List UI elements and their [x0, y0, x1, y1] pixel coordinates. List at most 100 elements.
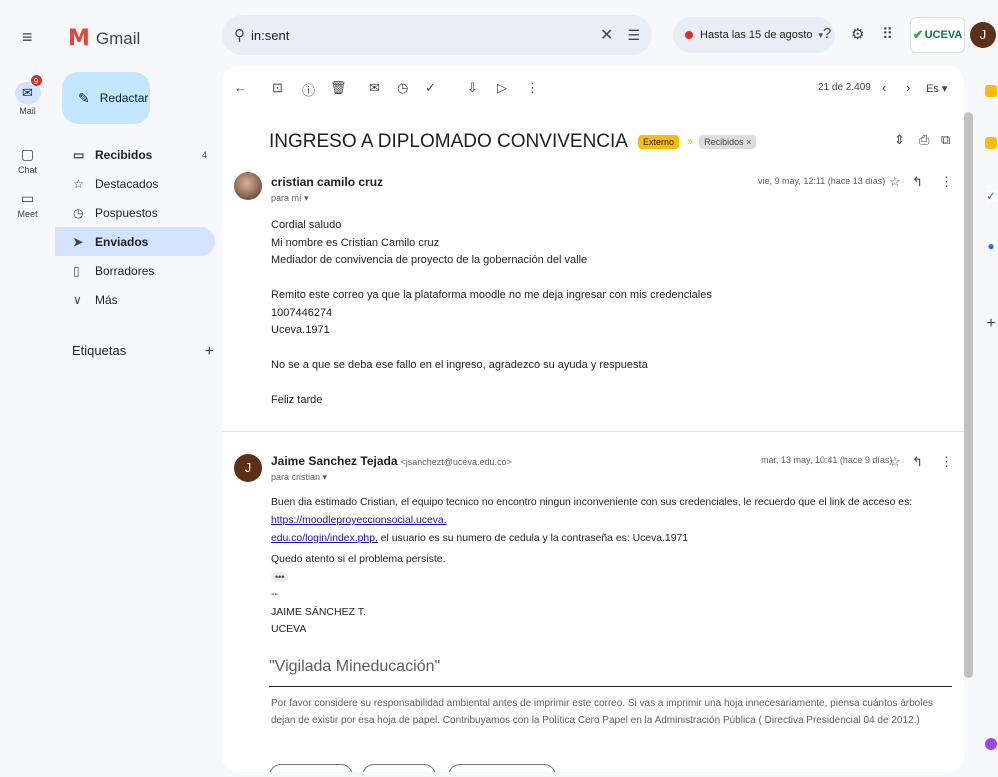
vigilada-text: "Vigilada Mineducación" [269, 658, 441, 675]
main-menu-icon[interactable]: ≡ [22, 27, 33, 48]
tasks-icon[interactable]: ✓ [985, 190, 997, 202]
body-paragraph: Buen dia estimado Cristian, el equipo te… [271, 494, 961, 548]
get-addons-icon[interactable]: + [985, 316, 997, 332]
rail-mail[interactable]: ✉ 9 Mail [0, 74, 55, 116]
more-options-icon[interactable]: ⋮ [526, 80, 539, 96]
sender-avatar[interactable]: J [234, 454, 262, 482]
sidebar-item-label: Destacados [95, 176, 159, 191]
sender-avatar[interactable] [234, 172, 262, 200]
star-icon: ☆ [73, 176, 84, 191]
sidebar-item-more[interactable]: ∨ Más [55, 285, 215, 314]
search-input[interactable]: in:sent [251, 28, 600, 43]
organization-logo[interactable]: ✔ UCEVA [910, 17, 965, 53]
calendar-icon[interactable] [985, 85, 997, 97]
inbox-count: 4 [201, 149, 207, 160]
search-icon[interactable]: ⚲ [234, 26, 245, 44]
sender-name-row[interactable]: Jaime Sanchez Tejada <jsanchezt@uceva.edu… [271, 454, 512, 468]
sidebar-item-inbox[interactable]: ▭ Recibidos 4 [55, 140, 215, 169]
sender-name[interactable]: cristian camilo cruz [271, 175, 383, 189]
label-icon[interactable]: ▷ [497, 80, 507, 96]
recipient-details[interactable]: para cristian ▾ [271, 472, 327, 483]
previous-icon[interactable]: ‹ [882, 80, 886, 95]
reply-icon[interactable]: ↰ [912, 174, 923, 190]
pencil-icon: ✎ [78, 89, 90, 106]
account-avatar[interactable]: J [970, 22, 996, 48]
mark-unread-icon[interactable]: ✉ [369, 80, 380, 96]
signature-rule [269, 686, 952, 687]
back-arrow-icon[interactable]: ← [234, 80, 247, 95]
star-icon[interactable]: ☆ [889, 174, 901, 190]
show-trimmed-button[interactable]: ••• [271, 571, 289, 582]
star-icon[interactable]: ☆ [889, 454, 901, 470]
reply-button[interactable] [269, 764, 353, 772]
help-icon[interactable]: ? [823, 25, 831, 42]
body-text: el usuario es su numero de cedula y la c… [377, 533, 689, 544]
rail-meet[interactable]: ▭ Meet [0, 190, 55, 219]
app-rail: ≡ ✉ 9 Mail ▢ Chat ▭ Meet [0, 0, 55, 777]
add-label-icon[interactable]: + [205, 343, 214, 361]
importance-marker-icon[interactable]: » [687, 136, 693, 148]
search-options-icon[interactable]: ☰ [627, 27, 640, 44]
inbox-label-chip[interactable]: Recibidos × [699, 135, 757, 149]
sidebar-item-label: Más [95, 292, 118, 307]
clear-search-icon[interactable]: ✕ [600, 25, 613, 45]
gmail-logo[interactable]: M Gmail [68, 26, 140, 51]
message-panel: ← ⊡ ⓘ 🗑 ✉ ◷ ✓ ⇩ ▷ ⋮ 21 de 2.409 ‹ › Es ▾… [222, 66, 964, 772]
message-divider [222, 431, 964, 432]
message-body: Buen dia estimado Cristian, el equipo te… [271, 494, 961, 548]
labels-title: Etiquetas [72, 343, 127, 358]
suggested-reply-button[interactable] [448, 764, 556, 772]
closing-line: Quedo atento si el problema persiste. [271, 553, 446, 565]
sender-email: <jsanchezt@uceva.edu.co> [400, 457, 512, 467]
status-label: Hasta las 15 de agosto [700, 29, 813, 41]
forward-button[interactable] [362, 764, 436, 772]
contacts-icon[interactable]: ● [985, 240, 997, 252]
keep-icon[interactable] [985, 137, 997, 149]
reply-icon[interactable]: ↰ [912, 454, 923, 470]
pagination-text: 21 de 2.409 [818, 82, 871, 93]
thread-subject-row: INGRESO A DIPLOMADO CONVIVENCIA Externo … [269, 131, 757, 153]
sender-name: Jaime Sanchez Tejada [271, 454, 398, 468]
settings-gear-icon[interactable]: ⚙ [851, 25, 864, 43]
body-line [271, 270, 712, 288]
report-spam-icon[interactable]: ⓘ [302, 80, 315, 99]
archive-icon[interactable]: ⊡ [272, 80, 283, 96]
gemini-icon[interactable] [985, 738, 997, 750]
collapse-all-icon[interactable]: ⇕ [894, 132, 905, 148]
rail-chat[interactable]: ▢ Chat [0, 146, 55, 175]
sidebar-item-drafts[interactable]: ▯ Borradores [55, 256, 215, 285]
disclaimer-text: Por favor considere su responsabilidad a… [271, 698, 934, 726]
body-line: Uceva.1971 [271, 324, 330, 336]
inbox-icon: ▭ [73, 147, 85, 162]
draft-icon: ▯ [73, 263, 80, 278]
snooze-icon[interactable]: ◷ [397, 80, 408, 96]
sidebar-item-label: Pospuestos [95, 205, 158, 220]
status-selector[interactable]: Hasta las 15 de agosto ▾ [673, 17, 836, 53]
chevron-down-icon: ∨ [73, 292, 82, 307]
open-new-window-icon[interactable]: ⧉ [941, 132, 950, 148]
message-closing: Quedo atento si el problema persiste. ••… [271, 551, 446, 639]
language-selector[interactable]: Es ▾ [926, 82, 947, 95]
message-more-icon[interactable]: ⋮ [940, 174, 953, 190]
scrollbar[interactable] [964, 112, 973, 678]
sidebar-item-sent[interactable]: ➤ Enviados [55, 227, 215, 256]
labels-header: Etiquetas + [72, 343, 214, 361]
sidebar-item-starred[interactable]: ☆ Destacados [55, 169, 215, 198]
delete-icon[interactable]: 🗑 [330, 80, 347, 96]
mail-icon: ✉ 9 [14, 74, 43, 104]
add-task-icon[interactable]: ✓ [425, 80, 436, 96]
gmail-m-icon: M [68, 26, 90, 51]
meet-icon: ▭ [20, 190, 35, 206]
apps-grid-icon[interactable]: ⠿ [882, 25, 893, 43]
message-more-icon[interactable]: ⋮ [940, 454, 953, 470]
print-icon[interactable]: ⎙ [919, 132, 929, 148]
app-name: Gmail [95, 28, 141, 48]
move-to-icon[interactable]: ⇩ [467, 80, 478, 96]
compose-button[interactable]: ✎ Redactar [62, 72, 150, 124]
next-icon[interactable]: › [906, 80, 910, 95]
chat-icon: ▢ [20, 146, 35, 162]
rail-mail-label: Mail [19, 106, 36, 116]
sidebar-item-snoozed[interactable]: ◷ Pospuestos [55, 198, 215, 227]
recipient-details[interactable]: para mí ▾ [271, 193, 309, 204]
search-bar[interactable]: ⚲ in:sent ✕ ☰ [222, 15, 652, 55]
